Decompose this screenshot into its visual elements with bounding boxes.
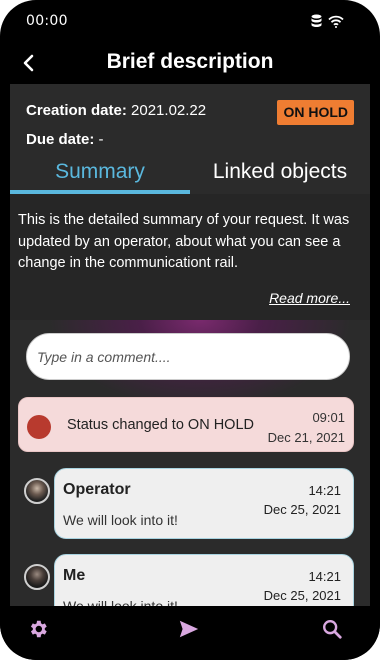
status-change-text: Status changed to ON HOLD (67, 417, 254, 433)
due-date-label: Due date: (26, 131, 95, 148)
message-sender: Operator (63, 481, 131, 498)
creation-date-row: Creation date: 2021.02.22 (26, 102, 206, 119)
creation-date-value: 2021.02.22 (131, 102, 207, 119)
comment-input[interactable] (37, 334, 337, 379)
due-date-value: - (98, 131, 104, 148)
message-timestamp: 14:21 Dec 25, 2021 (264, 567, 341, 605)
tab-summary[interactable]: Summary (10, 160, 190, 194)
database-icon (311, 14, 322, 27)
due-date-row: Due date: - (26, 131, 104, 148)
status-icons (311, 14, 344, 28)
tab-linked-objects[interactable]: Linked objects (190, 160, 370, 194)
content-area[interactable]: Creation date: 2021.02.22 Due date: - ON… (10, 84, 370, 606)
send-icon[interactable] (178, 618, 200, 640)
message-timestamp: 14:21 Dec 25, 2021 (264, 481, 341, 519)
wifi-icon (328, 15, 344, 28)
status-badge: ON HOLD (277, 100, 354, 125)
phone-frame: 00:00 Brief description Creation date: 2… (0, 0, 380, 660)
status-dot-icon (27, 415, 51, 439)
status-change-date: Dec 21, 2021 (267, 430, 345, 445)
message-time: 14:21 (308, 569, 341, 584)
message-text: We will look into it! (63, 598, 178, 606)
comment-box[interactable] (26, 333, 350, 380)
read-more-link[interactable]: Read more... (269, 290, 350, 306)
message-time: 14:21 (308, 483, 341, 498)
page-title: Brief description (106, 50, 274, 73)
message-text: We will look into it! (63, 512, 178, 528)
message-sender: Me (63, 567, 86, 584)
app-header: Brief description (0, 42, 380, 84)
summary-panel: This is the detailed summary of your req… (10, 194, 370, 320)
status-time: 00:00 (26, 13, 68, 29)
search-icon[interactable] (321, 618, 343, 640)
status-bar: 00:00 (0, 0, 380, 42)
message-date: Dec 25, 2021 (263, 588, 341, 603)
avatar-operator (24, 478, 50, 504)
message-bubble[interactable]: Operator 14:21 Dec 25, 2021 We will look… (54, 468, 354, 539)
avatar-me (24, 564, 50, 590)
bottom-toolbar (0, 606, 380, 660)
creation-date-label: Creation date: (26, 102, 127, 119)
status-change-time: 09:01 (312, 410, 345, 425)
status-change-event: Status changed to ON HOLD 09:01 Dec 21, … (18, 397, 354, 452)
status-change-timestamp: 09:01 Dec 21, 2021 (268, 408, 345, 448)
gear-icon[interactable] (27, 618, 49, 640)
message-bubble[interactable]: Me 14:21 Dec 25, 2021 We will look into … (54, 554, 354, 606)
summary-text: This is the detailed summary of your req… (18, 212, 350, 271)
message-date: Dec 25, 2021 (263, 502, 341, 517)
